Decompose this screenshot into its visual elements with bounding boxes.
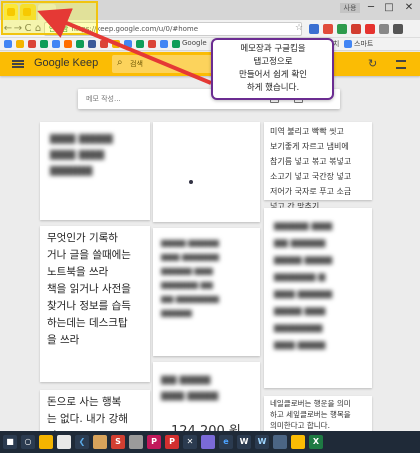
app-icon[interactable]: X	[309, 435, 323, 449]
bookmark-icon[interactable]	[4, 40, 12, 48]
bookmark-icon[interactable]	[100, 40, 108, 48]
note-text: 네일클로버는 행운을 의미 하고 세잎클로버는 행복을 의미한다고 합니다.	[270, 399, 351, 430]
search-placeholder: 검색	[130, 60, 143, 68]
callout-box: 메모장과 구글킵을 탭고정으로 만들어서 쉽게 확인 하게 했습니다.	[211, 38, 334, 100]
image-thumbnail	[189, 180, 193, 184]
extension-icon[interactable]	[379, 24, 389, 34]
keep-header: Google Keep ⌕ 검색 ↻	[0, 52, 420, 76]
close-button[interactable]: ✕	[400, 1, 418, 15]
take-note-placeholder: 메모 작성...	[86, 95, 121, 103]
search-icon[interactable]: ○	[21, 435, 35, 449]
app-icon[interactable]: P	[165, 435, 179, 449]
note-card[interactable]: ▆▆ ▆▆▆▆▆▆▆ ▆▆▆▆ 124,200 원	[153, 362, 260, 439]
extension-icon[interactable]	[351, 24, 361, 34]
list-view-icon[interactable]	[396, 60, 406, 69]
bookmark-icon[interactable]	[160, 40, 168, 48]
app-icon[interactable]	[93, 435, 107, 449]
bookmark-icon[interactable]	[76, 40, 84, 48]
callout-text: 메모장과 구글킵을 탭고정으로 만들어서 쉽게 확인 하게 했습니다.	[239, 44, 307, 93]
bookmark-icon[interactable]	[88, 40, 96, 48]
bookmark-icon[interactable]	[112, 40, 120, 48]
app-icon[interactable]	[273, 435, 287, 449]
note-card[interactable]	[153, 122, 260, 222]
note-card[interactable]: ▆▆▆▆▆ ▆▆▆ ▆▆ ▆▆▆▆▆ ▆▆▆▆ ▆▆▆▆ ▆▆▆▆▆▆ ▆ ▆▆▆ ▆▆…	[264, 208, 372, 388]
search-icon: ⌕	[117, 57, 123, 68]
app-icon[interactable]: W	[255, 435, 269, 449]
bookmarks-bar: Google 글리치 스마트	[0, 38, 420, 51]
note-card[interactable]: 무엇인가 기록하 거나 글을 쓸때에는 노트북을 쓰라 책을 읽거나 사전을 찾…	[40, 226, 150, 382]
note-card[interactable]: ▆▆▆ ▆▆▆▆ ▆▆▆ ▆▆▆ ▆▆▆▆▆	[40, 122, 150, 220]
note-card[interactable]: 미역 불리고 빡빡 씻고 보기좋게 자르고 냄비에 참기름 넣고 볶고 볶넣고 …	[264, 122, 372, 211]
extension-icon[interactable]	[309, 24, 319, 34]
refresh-icon[interactable]: ↻	[368, 57, 377, 70]
blurred-text: ▆▆▆▆ ▆▆▆▆▆ ▆▆▆ ▆▆▆▆▆▆ ▆▆▆▆▆ ▆▆▆ ▆▆▆▆▆▆ ▆▆ ▆▆…	[161, 238, 219, 317]
note-card[interactable]: 돈으로 사는 행복 는 없다. 내가 강해 지	[40, 390, 150, 442]
bookmark-icon[interactable]	[124, 40, 132, 48]
bookmark-icon[interactable]	[16, 40, 24, 48]
extension-icon[interactable]	[365, 24, 375, 34]
note-text: 미역 불리고 빡빡 씻고 보기좋게 자르고 냄비에 참기름 넣고 볶고 볶넣고 …	[270, 127, 352, 211]
blurred-text: ▆▆▆ ▆▆▆▆ ▆▆▆ ▆▆▆ ▆▆▆▆▆	[50, 131, 113, 176]
note-card[interactable]: 네일클로버는 행운을 의미 하고 세잎클로버는 행복을 의미한다고 합니다.	[264, 396, 372, 432]
bookmark-icon[interactable]	[148, 40, 156, 48]
bookmark-smart[interactable]: 스마트	[354, 39, 373, 49]
app-icon[interactable]: ❮	[75, 435, 89, 449]
app-icon[interactable]	[201, 435, 215, 449]
app-icon[interactable]: S	[111, 435, 125, 449]
app-icon[interactable]	[39, 435, 53, 449]
note-card[interactable]: ▆▆▆▆ ▆▆▆▆▆ ▆▆▆ ▆▆▆▆▆▆ ▆▆▆▆▆ ▆▆▆ ▆▆▆▆▆▆ ▆▆ ▆▆…	[153, 228, 260, 356]
bookmark-icon[interactable]	[136, 40, 144, 48]
blurred-text: ▆▆ ▆▆▆▆ ▆▆▆ ▆▆▆▆	[161, 374, 219, 401]
app-icon[interactable]: P	[147, 435, 161, 449]
app-title: Google Keep	[34, 57, 99, 69]
bookmark-star-icon[interactable]: ☆	[295, 23, 303, 33]
note-text: 무엇인가 기록하 거나 글을 쓸때에는 노트북을 쓰라 책을 읽거나 사전을 찾…	[47, 232, 131, 346]
maximize-button[interactable]: □	[380, 1, 398, 15]
bookmark-google[interactable]: Google	[182, 39, 207, 47]
start-icon[interactable]: ■	[3, 435, 17, 449]
bookmark-icon[interactable]	[64, 40, 72, 48]
taskbar: ■ ○ ❮ S P P ✕ e W W X	[0, 431, 420, 453]
bookmark-icon[interactable]	[52, 40, 60, 48]
extension-icon[interactable]	[323, 24, 333, 34]
extension-icon[interactable]	[337, 24, 347, 34]
app-icon[interactable]	[57, 435, 71, 449]
app-icon[interactable]	[129, 435, 143, 449]
bookmark-icon[interactable]	[344, 40, 352, 48]
pinned-tabs-highlight	[1, 1, 98, 35]
bookmark-icon[interactable]	[28, 40, 36, 48]
chrome-icon[interactable]	[291, 435, 305, 449]
app-icon[interactable]: e	[219, 435, 233, 449]
app-icon[interactable]: W	[237, 435, 251, 449]
app-icon[interactable]: ✕	[183, 435, 197, 449]
profile-button[interactable]: 사용	[340, 3, 360, 13]
menu-icon[interactable]	[393, 24, 403, 34]
bookmark-icon[interactable]	[40, 40, 48, 48]
blurred-text: ▆▆▆▆▆ ▆▆▆ ▆▆ ▆▆▆▆▆ ▆▆▆▆ ▆▆▆▆ ▆▆▆▆▆▆ ▆ ▆▆▆ ▆▆…	[274, 221, 333, 350]
minimize-button[interactable]: ─	[362, 1, 380, 15]
main-menu-icon[interactable]	[12, 60, 24, 68]
bookmark-icon[interactable]	[172, 40, 180, 48]
